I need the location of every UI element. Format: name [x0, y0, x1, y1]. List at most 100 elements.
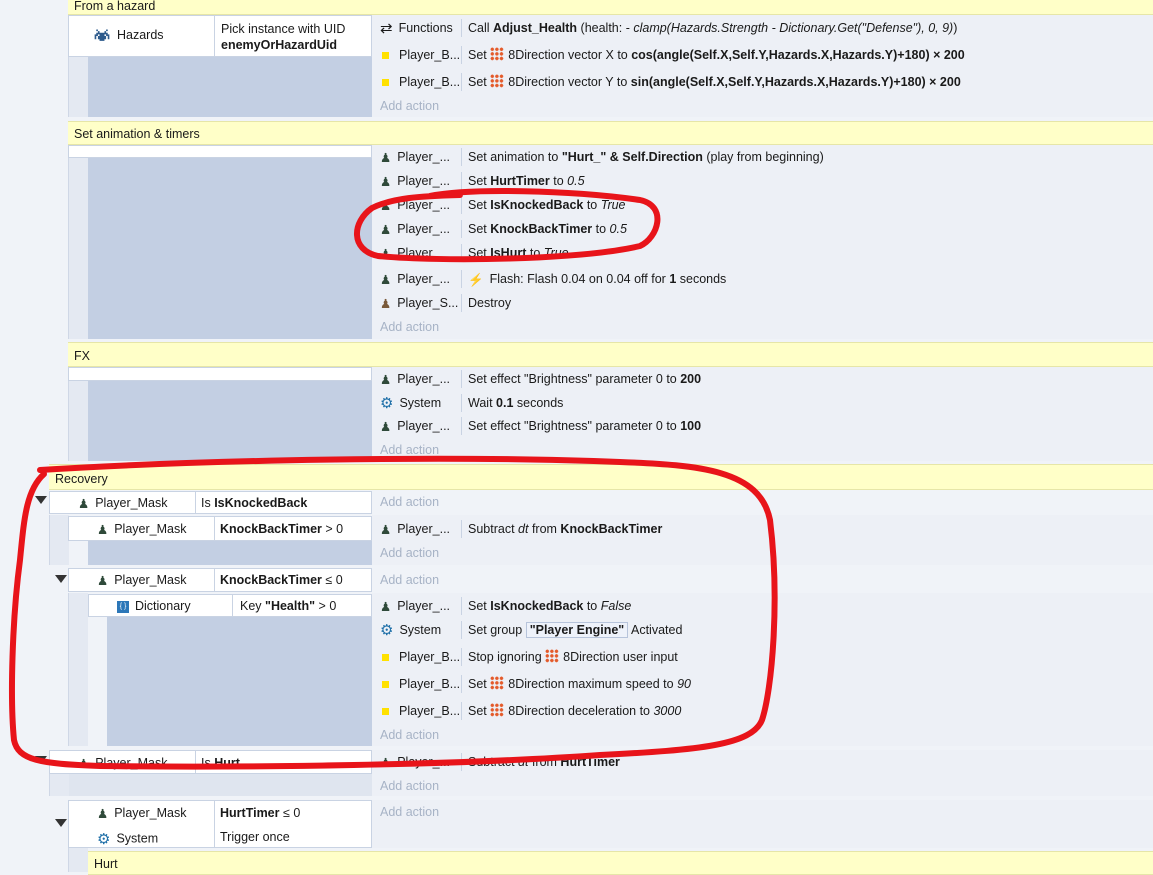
sprite-icon [382, 654, 389, 662]
condition-object: ⚙ System [97, 831, 159, 848]
action-object: ♟ Player_... [380, 169, 450, 193]
action-object: ♟ Player_... [380, 367, 450, 391]
action-object: ♟ Player_... [380, 193, 450, 217]
player-sprite-icon: ♟ [78, 497, 90, 512]
player-sprite-icon: ♟ [380, 522, 392, 537]
action-text: Set 8Direction vector X to cos(angle(Sel… [468, 47, 965, 62]
action-text: Call Adjust_Health (health: - clamp(Haza… [468, 21, 958, 35]
action-row[interactable]: ♟ Player_... Subtract dt from HurtTimer [372, 750, 1153, 774]
action-row[interactable]: ♟ Player_... ⚡ Flash: Flash 0.04 on 0.04 o… [372, 267, 1153, 291]
add-action-link[interactable]: Add action [372, 315, 1153, 339]
action-row[interactable]: ⚙ System Wait 0.1 seconds [372, 391, 1153, 415]
action-row[interactable]: ♟ Player_... Set KnockBackTimer to 0.5 [372, 217, 1153, 241]
player-sprite-icon: ♟ [97, 574, 109, 589]
condition-object: ♟ Player_Mask [97, 522, 187, 538]
sprite-icon [382, 79, 389, 87]
action-object: ⇄ Functions [380, 16, 453, 40]
player-sprite-icon: ♟ [380, 150, 392, 165]
group-strip [68, 145, 88, 339]
condition-pick-uid[interactable]: Hazards Pick instance with UID enemyOrHa… [68, 15, 372, 57]
action-row[interactable]: ♟ Player_... Set HurtTimer to 0.5 [372, 169, 1153, 193]
gear-icon: ⚙ [97, 831, 111, 848]
action-row[interactable]: ♟ Player_S... Destroy [372, 291, 1153, 315]
action-object: ♟ Player_... [380, 594, 450, 618]
group-hurt[interactable]: Hurt [88, 851, 1153, 875]
condition-area [88, 381, 372, 461]
action-object: ♟ Player_... [380, 267, 450, 291]
collapse-chevron-icon[interactable] [35, 496, 47, 504]
condition-area [69, 774, 372, 796]
add-action-link[interactable]: Add action [372, 541, 1153, 565]
group-name-pill: "Player Engine" [525, 622, 629, 638]
subevent-strip [49, 774, 69, 796]
empty-condition[interactable] [68, 367, 372, 381]
add-action-link[interactable]: Add action [372, 774, 1153, 798]
condition-text: Is IsKnockedBack [201, 496, 308, 510]
8direction-icon [490, 74, 505, 88]
player-sprite-icon: ♟ [380, 246, 392, 257]
8direction-icon [490, 47, 505, 61]
action-text: Set HurtTimer to 0.5 [468, 174, 585, 188]
action-row[interactable]: ♟ Player_... Set animation to "Hurt_" & S… [372, 145, 1153, 169]
action-object: ♟ Player_... [380, 750, 450, 774]
action-row[interactable]: Player_B... Set 8Direction deceleration … [372, 699, 1153, 723]
condition-dictionary-health[interactable]: { } Dictionary Key "Health" > 0 [88, 594, 372, 617]
action-row[interactable]: Player_B... Set 8Direction vector Y to s… [372, 70, 1153, 94]
player-sprite-icon: ♟ [380, 296, 392, 311]
group-recovery[interactable]: Recovery [49, 464, 1153, 490]
action-text: Set KnockBackTimer to 0.5 [468, 222, 627, 236]
add-action-link[interactable]: Add action [372, 438, 1153, 462]
add-action-link[interactable]: Add action [372, 490, 1153, 514]
condition-is-hurt[interactable]: ♟ Player_Mask Is Hurt [49, 750, 372, 774]
group-from-hazard[interactable]: From a hazard [68, 0, 1153, 15]
action-row[interactable]: ♟ Player_... Set IsKnockedBack to True [372, 193, 1153, 217]
action-object: ♟ Player [380, 241, 433, 257]
add-action-link[interactable]: Add action [372, 723, 1153, 747]
condition-knockback-timer-positive[interactable]: ♟ Player_Mask KnockBackTimer > 0 [68, 516, 372, 541]
condition-knockback-timer-zero[interactable]: ♟ Player_Mask KnockBackTimer ≤ 0 [68, 568, 372, 592]
player-sprite-icon: ♟ [97, 523, 109, 538]
player-sprite-icon: ♟ [97, 807, 109, 822]
action-text: Set effect "Brightness" parameter 0 to 1… [468, 419, 702, 433]
functions-icon: ⇄ [380, 19, 393, 37]
action-object: ♟ Player_... [380, 414, 450, 438]
action-row[interactable]: ♟ Player Set IsHurt to True [372, 241, 1153, 257]
action-text: Set effect "Brightness" parameter 0 to 2… [468, 372, 702, 386]
collapse-chevron-icon[interactable] [35, 756, 47, 764]
condition-text: Key "Health" > 0 [240, 599, 337, 613]
action-text: Set group "Player Engine" Activated [468, 622, 683, 638]
group-fx[interactable]: FX [68, 342, 1153, 367]
add-action-link[interactable]: Add action [372, 94, 1153, 118]
condition-object: ♟ Player_Mask [78, 756, 168, 772]
condition-object: Hazards [93, 28, 164, 43]
action-object: ♟ Player_... [380, 217, 450, 241]
action-row[interactable]: ⇄ Functions Call Adjust_Health (health: -… [372, 16, 1153, 40]
action-row[interactable]: ⚙ System Set group "Player Engine" Activa… [372, 618, 1153, 642]
action-text: Subtract dt from HurtTimer [468, 755, 620, 769]
empty-condition[interactable] [68, 145, 372, 158]
subevent-strip [49, 515, 69, 565]
action-row[interactable]: ♟ Player_... Set effect "Brightness" para… [372, 367, 1153, 391]
action-text: Set animation to "Hurt_" & Self.Directio… [468, 150, 824, 164]
player-sprite-icon: ♟ [380, 272, 392, 287]
player-sprite-icon: ♟ [380, 372, 392, 387]
add-action-link[interactable]: Add action [372, 800, 1153, 824]
condition-object: ♟ Player_Mask [97, 573, 187, 589]
action-row[interactable]: ♟ Player_... Set effect "Brightness" para… [372, 414, 1153, 438]
action-text: ⚡ Flash: Flash 0.04 on 0.04 off for 1 sec… [468, 267, 726, 291]
action-row[interactable]: Player_B... Set 8Direction vector X to c… [372, 43, 1153, 67]
action-row[interactable]: ♟ Player_... Set IsKnockedBack to False [372, 594, 1153, 618]
condition-is-knocked-back[interactable]: ♟ Player_Mask Is IsKnockedBack [49, 491, 372, 514]
condition-hurt-timer-zero[interactable]: ♟ Player_Mask ⚙ System HurtTimer ≤ 0 Trigg… [68, 800, 372, 848]
group-title: Hurt [94, 857, 118, 871]
action-text: Set IsKnockedBack to False [468, 599, 632, 613]
collapse-chevron-icon[interactable] [55, 819, 67, 827]
collapse-chevron-icon[interactable] [55, 575, 67, 583]
group-set-animation[interactable]: Set animation & timers [68, 121, 1153, 145]
player-sprite-icon: ♟ [380, 755, 392, 770]
8direction-icon [490, 676, 505, 690]
action-row[interactable]: Player_B... Set 8Direction maximum speed… [372, 672, 1153, 696]
add-action-link[interactable]: Add action [372, 568, 1153, 592]
action-row[interactable]: Player_B... Stop ignoring 8Direction use… [372, 645, 1153, 669]
action-row[interactable]: ♟ Player_... Subtract dt from KnockBackTi… [372, 517, 1153, 541]
